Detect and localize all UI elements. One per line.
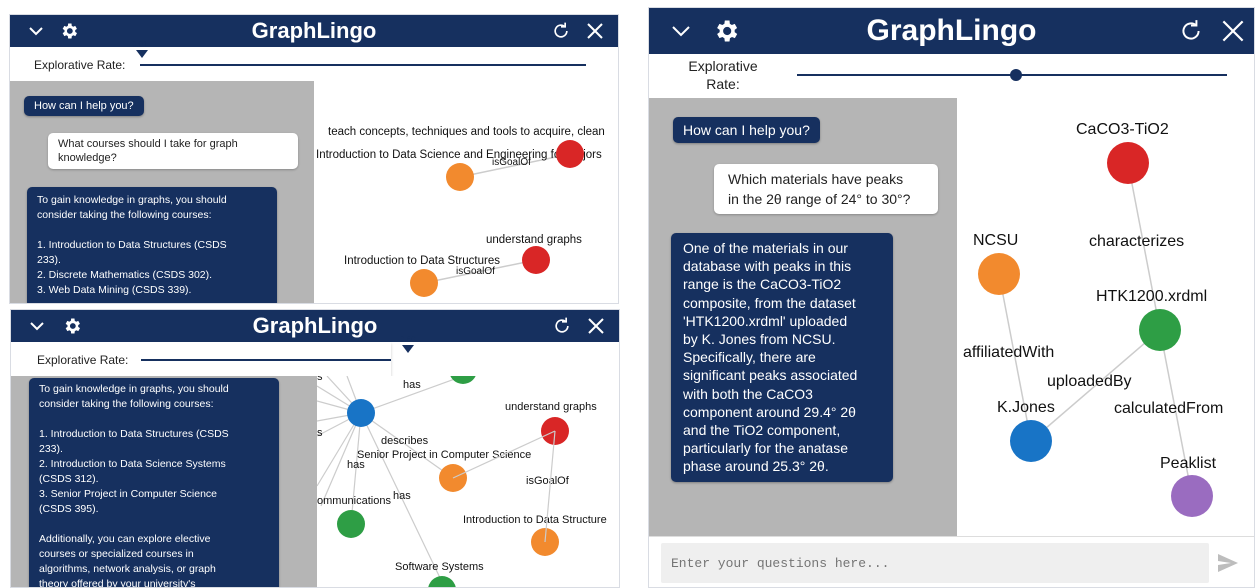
edge-label: calculatedFrom (1114, 400, 1223, 417)
slider-handle[interactable] (136, 50, 148, 58)
edge-label: has (393, 490, 411, 502)
panel-b: GraphLingo Explorative Rate: 0.60 To gai… (10, 309, 620, 588)
refresh-icon[interactable] (552, 316, 572, 336)
bot-message: How can I help you? (24, 96, 144, 116)
bot-message: To gain knowledge in graphs, you should … (27, 187, 277, 303)
edge-label: isGoalOf (526, 475, 570, 487)
user-message: Which materials have peaks in the 2θ ran… (714, 164, 938, 214)
close-icon[interactable] (1221, 19, 1245, 43)
slider-handle[interactable] (402, 345, 414, 353)
explorative-rate-slider[interactable] (140, 64, 586, 66)
node-label: Senior Project in Computer Science (357, 449, 531, 461)
node-label: HTK1200.xrdml (1096, 288, 1207, 305)
graph-node[interactable] (1010, 420, 1052, 462)
node-label: understand graphs (486, 234, 582, 246)
app-title: GraphLingo (252, 313, 378, 338)
node-label: NCSU (973, 232, 1018, 249)
node-label: Introduction to Data Structure (463, 514, 607, 526)
graph-node[interactable] (428, 576, 456, 588)
chat-input-bar (649, 536, 1254, 587)
explorative-rate-bar: Explorative Rate: (649, 54, 1254, 98)
graph-node[interactable] (347, 399, 375, 427)
close-icon[interactable] (587, 317, 605, 335)
node-label: Software Systems (395, 561, 484, 573)
chat-area: To gain knowledge in graphs, you should … (11, 376, 317, 587)
bot-message: How can I help you? (673, 117, 820, 143)
explorative-rate-bar: Explorative Rate: 0.60 (11, 335, 619, 376)
node-label: ommunications (317, 495, 391, 507)
title-bar: GraphLingo (10, 15, 618, 47)
knowledge-graph[interactable]: teach concepts, techniques and tools to … (314, 81, 618, 303)
explorative-rate-slider[interactable] (141, 359, 391, 361)
edge-label: characterizes (1089, 233, 1184, 250)
graph-node[interactable] (1107, 142, 1149, 184)
chat-area: How can I help you? What courses should … (10, 81, 314, 303)
question-input[interactable] (661, 543, 1209, 583)
refresh-icon[interactable] (1177, 17, 1205, 45)
panel-c: GraphLingo Explorative Rate: How can I h… (648, 7, 1255, 588)
send-icon (1218, 554, 1238, 572)
node-label: s (317, 427, 323, 439)
refresh-icon[interactable] (551, 21, 571, 41)
edge-label: isGoalOf (492, 157, 531, 168)
node-label: understand graphs (505, 401, 597, 413)
edge-label: describes (381, 435, 429, 447)
graph-node[interactable] (978, 253, 1020, 295)
graph-node[interactable] (1171, 475, 1213, 517)
explorative-rate-value: 0.60 (400, 335, 416, 344)
slider-handle[interactable] (1010, 69, 1022, 81)
send-button[interactable] (1217, 553, 1241, 575)
explorative-rate-label: Explorative Rate: (688, 58, 758, 92)
bot-message: One of the materials in our database wit… (671, 233, 893, 482)
node-label: Peaklist (1160, 455, 1217, 472)
explorative-rate-bar: Explorative Rate: 0.01 (10, 40, 618, 81)
graph-node[interactable] (556, 140, 584, 168)
explorative-rate-label: Explorative Rate: (37, 353, 129, 367)
edge-label: has (403, 379, 421, 391)
graph-node[interactable] (337, 510, 365, 538)
edge-label: uploadedBy (1047, 373, 1132, 390)
app-title: GraphLingo (866, 14, 1037, 47)
node-label: teach concepts, techniques and tools to … (328, 126, 605, 138)
close-icon[interactable] (586, 22, 604, 40)
node-label: CaCO3-TiO2 (1076, 121, 1169, 138)
knowledge-graph[interactable]: CaCO3-TiO2 characterizes NCSU HTK1200.xr… (957, 98, 1254, 536)
bot-message: To gain knowledge in graphs, you should … (29, 378, 279, 587)
title-bar: GraphLingo (649, 8, 1254, 54)
edge-label: affiliatedWith (963, 344, 1054, 361)
chat-area: How can I help you? Which materials have… (649, 98, 957, 536)
node-label: s (317, 376, 323, 383)
graph-node[interactable] (446, 163, 474, 191)
graph-node[interactable] (410, 269, 438, 297)
knowledge-graph[interactable]: s has s understand graphs describes Seni… (317, 376, 619, 588)
explorative-rate-label: Explorative Rate: (34, 58, 126, 72)
title-bar: GraphLingo (11, 310, 619, 342)
explorative-rate-value: 0.01 (132, 40, 148, 49)
user-message: What courses should I take for graph kno… (48, 133, 298, 169)
panel-a: GraphLingo Explorative Rate: 0.01 How ca… (9, 14, 619, 304)
graph-node[interactable] (522, 246, 550, 274)
graph-node[interactable] (1139, 309, 1181, 351)
edge-label: isGoalOf (456, 266, 495, 277)
edge-label: has (347, 459, 365, 471)
app-title: GraphLingo (251, 18, 377, 43)
node-label: K.Jones (997, 399, 1055, 416)
